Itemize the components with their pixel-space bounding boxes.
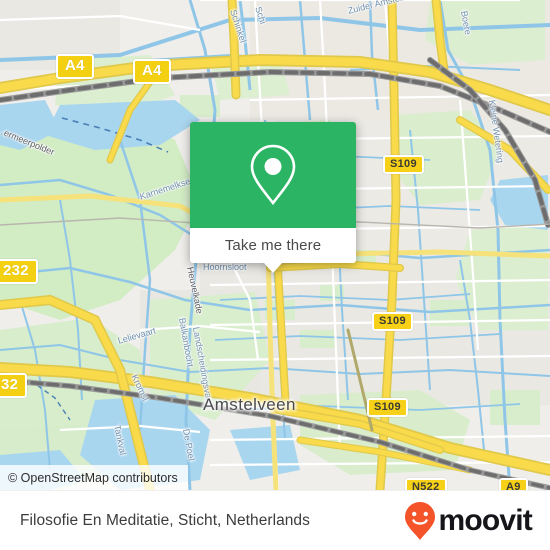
road-shield: A9 [499,478,528,490]
road-shield: S109 [367,398,408,417]
road-shield: 32 [0,373,28,398]
moovit-logo[interactable]: moovit [403,501,533,541]
attribution-text: © OpenStreetMap contributors [8,470,178,485]
road-shield: S109 [383,155,424,174]
location-popup-card[interactable]: Take me there [190,122,356,273]
map-pin-icon [250,144,296,206]
footer-bar: Filosofie En Meditatie, Sticht, Netherla… [0,490,550,550]
road-shield: S109 [372,312,413,331]
map-page: SchinkelSchiZuider AmstelkanaalBoereKlei… [0,0,550,550]
place-title: Filosofie En Meditatie, Sticht, Netherla… [20,511,310,529]
road-shield: 232 [0,259,38,284]
popup-action-bar[interactable]: Take me there [190,228,356,273]
moovit-smiley-pin-icon [405,501,436,540]
road-shield: A4 [133,59,171,84]
road-shield: N522 [405,478,447,490]
map-canvas[interactable]: SchinkelSchiZuider AmstelkanaalBoereKlei… [0,0,550,490]
popup-header [190,122,356,228]
moovit-wordmark: moovit [438,503,532,537]
road-shield: A4 [56,54,94,79]
take-me-there-button[interactable]: Take me there [225,237,321,254]
map-attribution: © OpenStreetMap contributors [0,465,188,490]
popup-pointer-tail [264,263,282,273]
